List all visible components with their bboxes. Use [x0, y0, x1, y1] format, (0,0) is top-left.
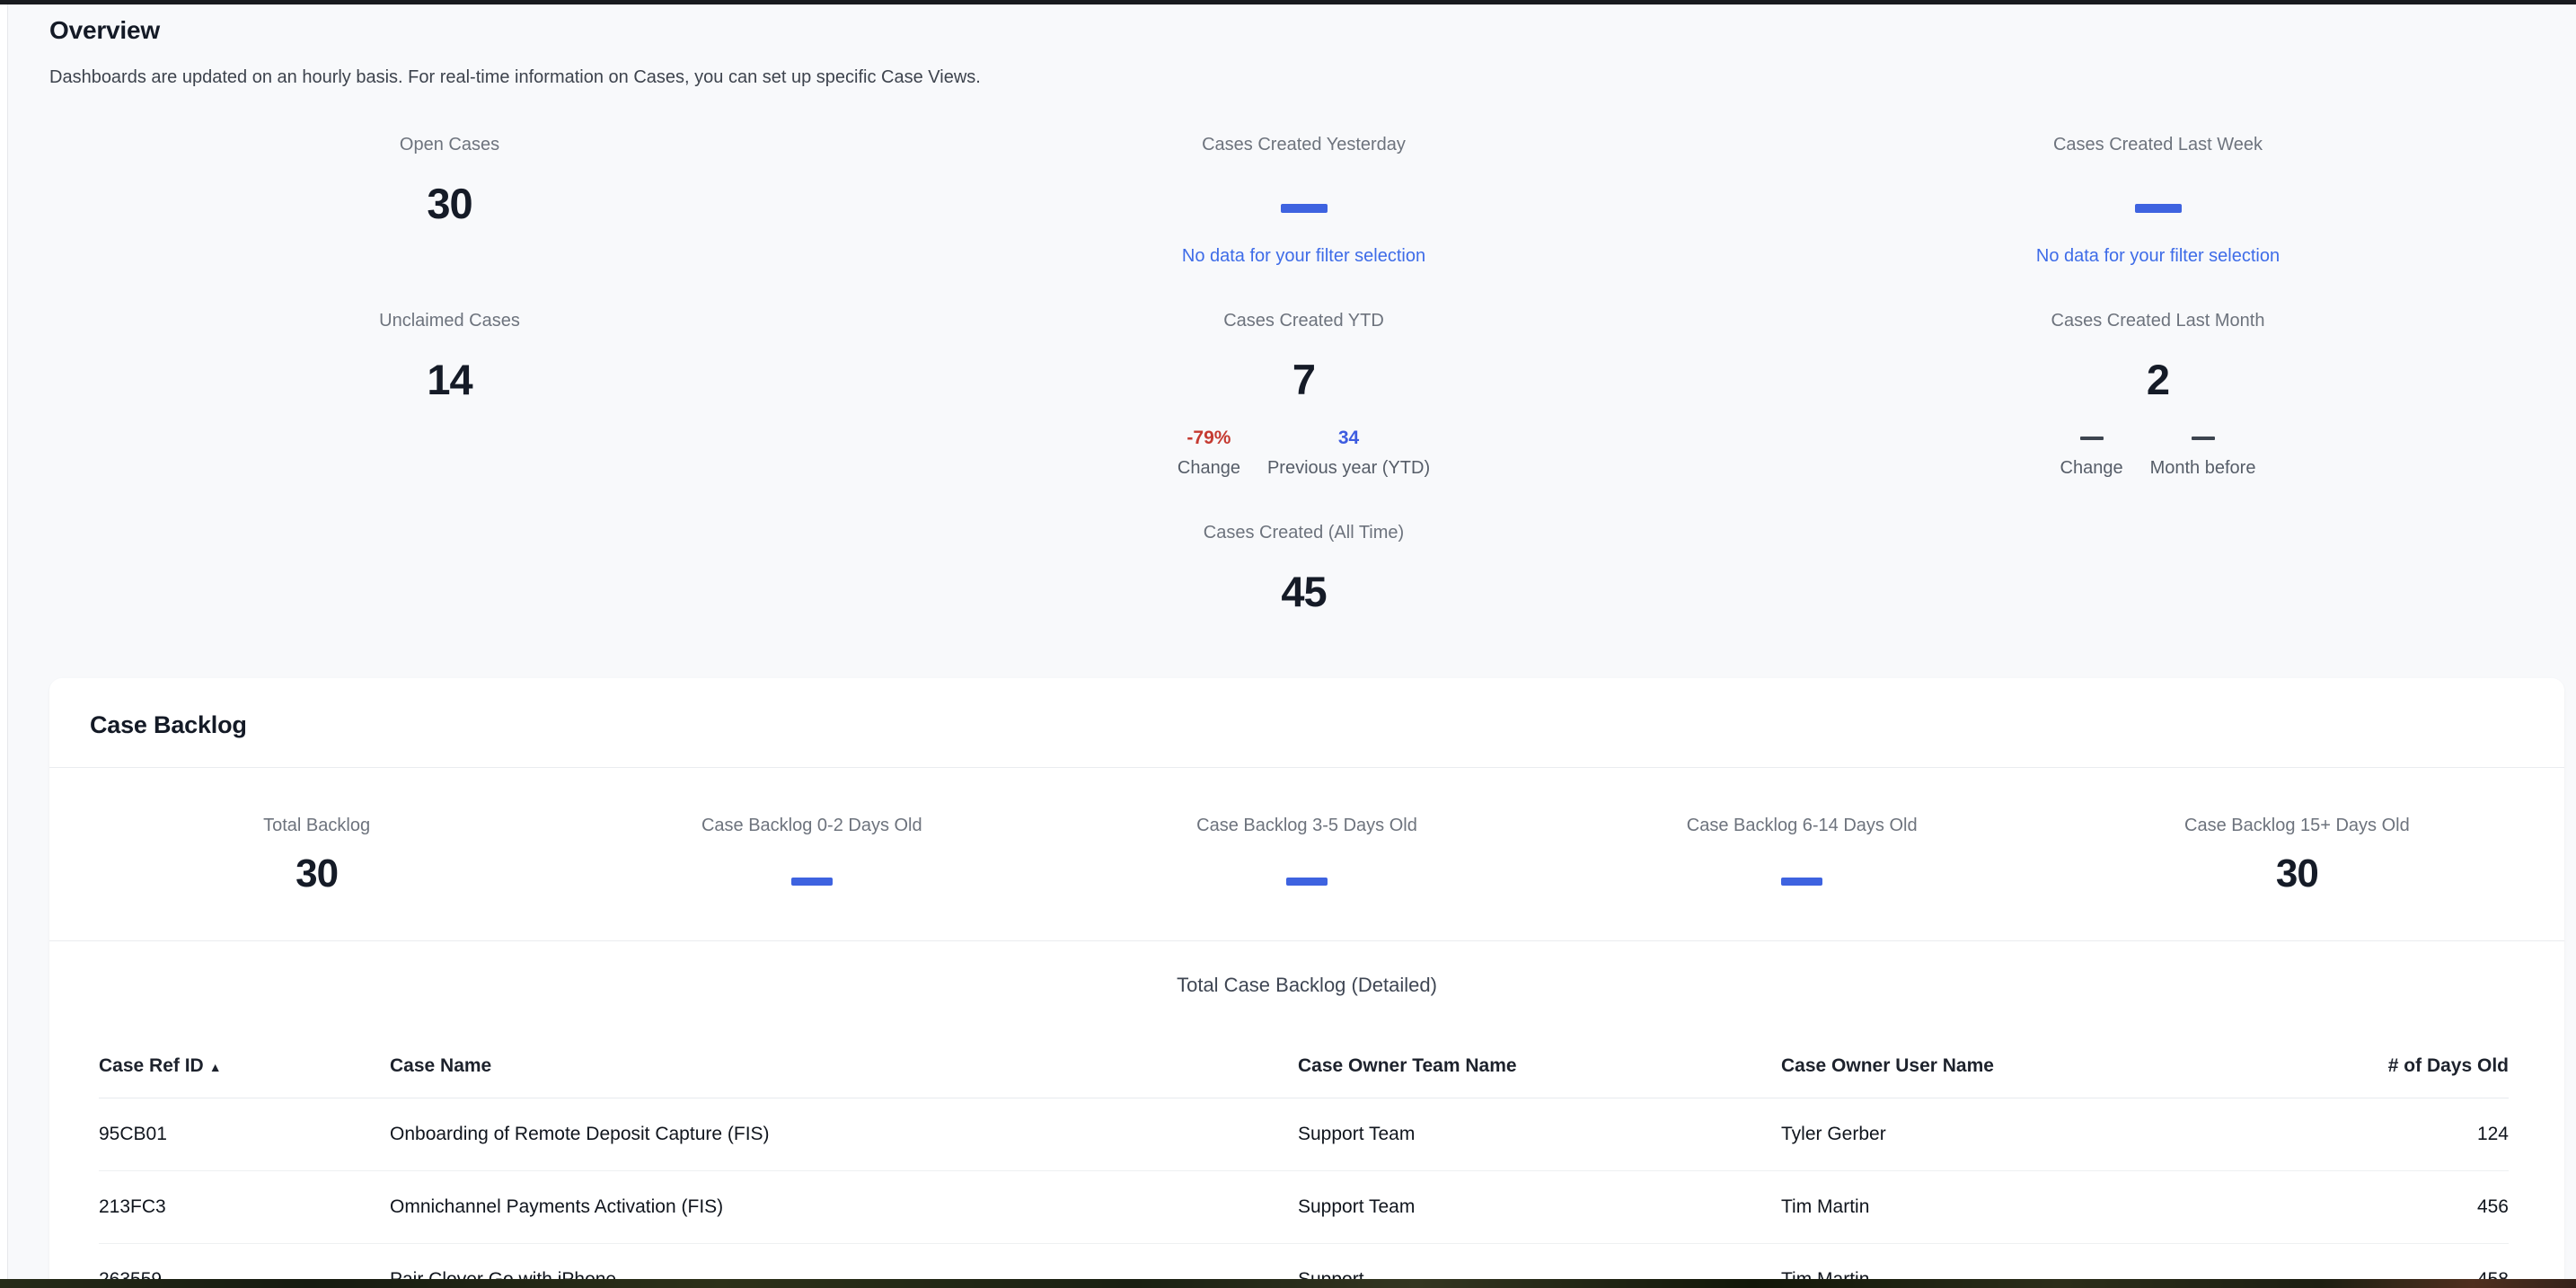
no-data-dash-icon: [2135, 204, 2182, 213]
change-label: Change: [2060, 457, 2123, 479]
column-header-label: Case Ref ID: [99, 1055, 204, 1076]
cell-user: Tim Martin: [1781, 1196, 2266, 1218]
metric-label: Unclaimed Cases: [22, 310, 877, 331]
no-data-dash-icon: [1286, 878, 1328, 886]
metric-label: Case Backlog 6-14 Days Old: [1555, 815, 2050, 836]
no-data-filter-link[interactable]: No data for your filter selection: [2036, 245, 2280, 267]
backlog-metrics-row: Total Backlog 30 Case Backlog 0-2 Days O…: [49, 768, 2564, 941]
metric-cases-created-all-time: Cases Created (All Time) 45: [877, 522, 1731, 615]
cell-case-name: Omnichannel Payments Activation (FIS): [390, 1196, 1298, 1218]
metric-label: Case Backlog 15+ Days Old: [2050, 815, 2545, 836]
cell-days-old: 124: [2266, 1124, 2509, 1145]
metric-backlog-3-5-days: Case Backlog 3-5 Days Old: [1059, 815, 1554, 940]
column-header-days-old[interactable]: # of Days Old: [2266, 1055, 2509, 1077]
metric-label: Case Backlog 0-2 Days Old: [564, 815, 1059, 836]
metric-label: Open Cases: [22, 134, 877, 155]
no-change-dash-icon: [2150, 428, 2256, 449]
metric-value: 30: [2050, 852, 2545, 895]
window-top-edge: [0, 0, 2576, 4]
metric-label: Total Backlog: [69, 815, 564, 836]
change-value: -79%: [1178, 428, 1240, 449]
cell-case-name: Onboarding of Remote Deposit Capture (FI…: [390, 1124, 1298, 1145]
cell-user: Tyler Gerber: [1781, 1124, 2266, 1145]
metric-value: 30: [22, 181, 877, 227]
overview-metrics-grid: Open Cases 30 Cases Created Yesterday No…: [22, 134, 2576, 615]
metric-unclaimed-cases: Unclaimed Cases 14: [22, 310, 877, 522]
metric-cases-created-last-month: Cases Created Last Month 2 Change Month …: [1731, 310, 2576, 522]
case-backlog-header: Case Backlog: [49, 678, 2564, 768]
metric-total-backlog: Total Backlog 30: [69, 815, 564, 940]
metric-label: Cases Created Yesterday: [877, 134, 1731, 155]
left-gutter: [0, 4, 8, 1279]
metric-open-cases: Open Cases 30: [22, 134, 877, 310]
metric-backlog-6-14-days: Case Backlog 6-14 Days Old: [1555, 815, 2050, 940]
backlog-table-title: Total Case Backlog (Detailed): [49, 972, 2564, 999]
case-backlog-title: Case Backlog: [90, 710, 2524, 740]
page-title: Overview: [9, 4, 2576, 44]
cell-case-ref-id: 95CB01: [99, 1124, 390, 1145]
metric-comparison-row: Change Month before: [1731, 428, 2576, 479]
cell-case-ref-id: 213FC3: [99, 1196, 390, 1218]
backlog-table-header-row: Case Ref ID ▲ Case Name Case Owner Team N…: [99, 1034, 2509, 1098]
no-change-dash-icon: [2060, 428, 2123, 449]
previous-year-item: 34 Previous year (YTD): [1267, 428, 1430, 479]
no-data-filter-link[interactable]: No data for your filter selection: [1182, 245, 1425, 267]
sort-ascending-icon: ▲: [209, 1060, 222, 1074]
no-data-dash-icon: [791, 878, 833, 886]
metric-value: 30: [69, 852, 564, 895]
desktop-wallpaper-strip: [0, 1279, 2576, 1288]
metric-label: Cases Created Last Month: [1731, 310, 2576, 331]
backlog-table: Case Ref ID ▲ Case Name Case Owner Team N…: [49, 1034, 2564, 1288]
dashboard-content: Overview Dashboards are updated on an ho…: [9, 4, 2576, 1288]
metric-comparison-row: -79% Change 34 Previous year (YTD): [877, 428, 1731, 479]
metric-cases-created-yesterday: Cases Created Yesterday No data for your…: [877, 134, 1731, 310]
column-header-case-owner-team-name[interactable]: Case Owner Team Name: [1298, 1055, 1781, 1077]
metric-cases-created-last-week: Cases Created Last Week No data for your…: [1731, 134, 2576, 310]
metric-value: 45: [877, 569, 1731, 615]
change-item: -79% Change: [1178, 428, 1240, 479]
metric-label: Case Backlog 3-5 Days Old: [1059, 815, 1554, 836]
column-header-case-name[interactable]: Case Name: [390, 1055, 1298, 1077]
metric-label: Cases Created (All Time): [877, 522, 1731, 543]
cell-team: Support Team: [1298, 1196, 1781, 1218]
previous-year-label: Previous year (YTD): [1267, 457, 1430, 479]
no-data-dash-icon: [1281, 204, 1328, 213]
previous-year-value: 34: [1267, 428, 1430, 449]
metric-backlog-0-2-days: Case Backlog 0-2 Days Old: [564, 815, 1059, 940]
cell-team: Support Team: [1298, 1124, 1781, 1145]
column-header-case-owner-user-name[interactable]: Case Owner User Name: [1781, 1055, 2266, 1077]
metric-backlog-15-plus-days: Case Backlog 15+ Days Old 30: [2050, 815, 2545, 940]
metric-label: Cases Created YTD: [877, 310, 1731, 331]
column-header-case-ref-id[interactable]: Case Ref ID ▲: [99, 1055, 390, 1077]
no-data-dash-icon: [1781, 878, 1822, 886]
metric-value: 7: [877, 357, 1731, 403]
metric-cases-created-ytd: Cases Created YTD 7 -79% Change 34 Previ…: [877, 310, 1731, 522]
month-before-label: Month before: [2150, 457, 2256, 479]
change-label: Change: [1178, 457, 1240, 479]
metric-label: Cases Created Last Week: [1731, 134, 2576, 155]
month-before-item: Month before: [2150, 428, 2256, 479]
table-row[interactable]: 213FC3 Omnichannel Payments Activation (…: [99, 1171, 2509, 1244]
case-backlog-card: Case Backlog Total Backlog 30 Case Backl…: [49, 678, 2564, 1288]
table-row[interactable]: 95CB01 Onboarding of Remote Deposit Capt…: [99, 1098, 2509, 1171]
metric-value: 14: [22, 357, 877, 403]
cell-days-old: 456: [2266, 1196, 2509, 1218]
metric-value: 2: [1731, 357, 2576, 403]
page-description: Dashboards are updated on an hourly basi…: [49, 65, 2576, 90]
change-item: Change: [2060, 428, 2123, 479]
